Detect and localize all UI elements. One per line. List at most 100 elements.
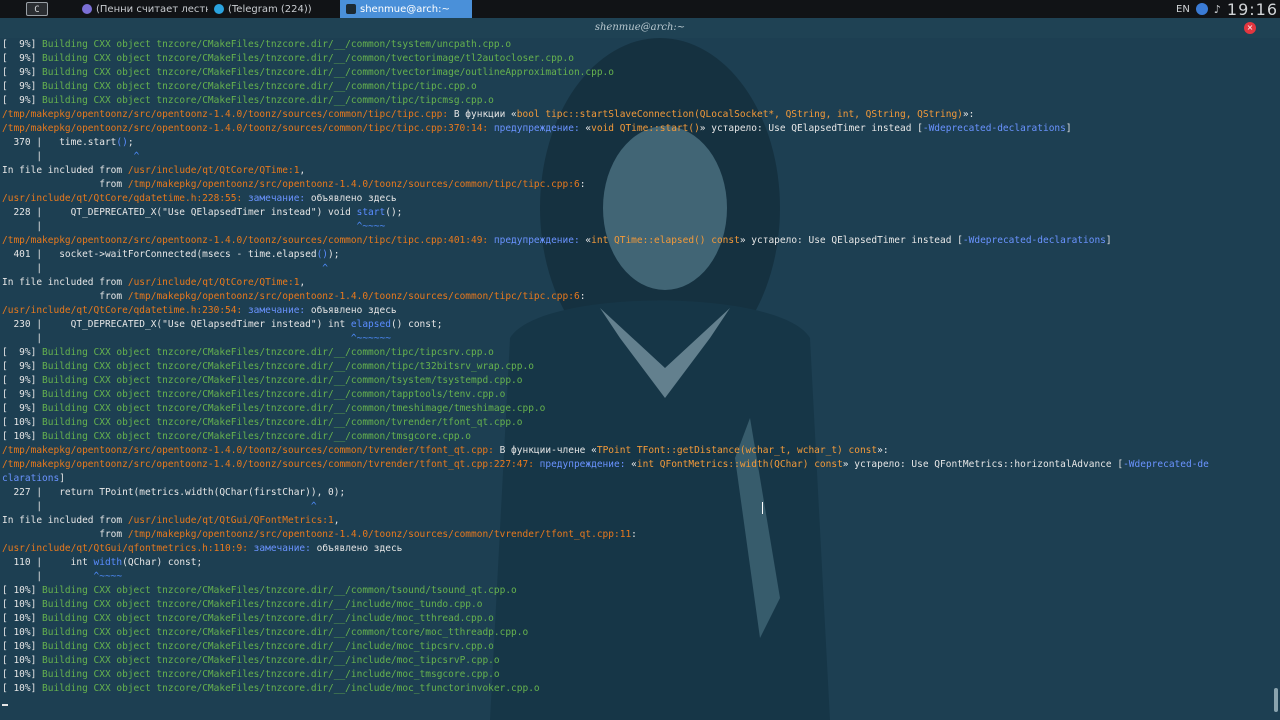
- terminal-text-segment: ]: [1065, 123, 1072, 134]
- terminal-text-segment: объявлено здесь: [310, 193, 397, 204]
- terminal-text-segment: (QChar) const;: [122, 557, 203, 568]
- terminal-text-segment: ;: [127, 137, 134, 148]
- terminal-text-segment: ^: [133, 151, 140, 162]
- terminal-text-segment: bool tipc::startSlaveConnection(QLocalSo…: [516, 109, 963, 120]
- terminal-text-segment: объявлено здесь: [310, 305, 397, 316]
- terminal-text-segment: Building CXX object tnzcore/CMakeFiles/t…: [42, 655, 500, 666]
- terminal-text-segment: /tmp/makepkg/opentoonz/src/opentoonz-1.4…: [2, 459, 534, 470]
- terminal-text-segment: |: [2, 263, 323, 274]
- terminal-line: /tmp/makepkg/opentoonz/src/opentoonz-1.4…: [2, 234, 1280, 248]
- terminal-text-segment: Building CXX object tnzcore/CMakeFiles/t…: [42, 417, 523, 428]
- terminal-text-segment: 370 | time.start: [2, 137, 117, 148]
- terminal-text-segment: (): [116, 137, 128, 148]
- terminal-text-segment: Building CXX object tnzcore/CMakeFiles/t…: [42, 599, 483, 610]
- taskbar-item-label: (Telegram (224)): [228, 3, 312, 15]
- terminal-text-segment: ^~~~~: [356, 221, 386, 232]
- terminal-line: [ 9%] Building CXX object tnzcore/CMakeF…: [2, 52, 1280, 66]
- terminal-text-segment: :: [579, 179, 586, 190]
- terminal-text-segment: width: [93, 557, 123, 568]
- terminal-text-segment: 110 | int: [2, 557, 94, 568]
- terminal-text-segment: ,: [299, 165, 306, 176]
- terminal-line: 401 | socket->waitForConnected(msecs - t…: [2, 248, 1280, 262]
- clock[interactable]: 19:16: [1227, 0, 1278, 19]
- terminal-text-segment: ]: [59, 473, 65, 484]
- terminal-text-segment: » устарело: Use QFontMetrics::horizontal…: [842, 459, 1124, 470]
- terminal-line: from /tmp/makepkg/opentoonz/src/opentoon…: [2, 528, 1280, 542]
- scrollbar[interactable]: [1274, 688, 1278, 712]
- terminal-text-segment: /usr/include/qt/QtCore/QTime:1: [127, 165, 300, 176]
- telegram-icon: [214, 4, 224, 14]
- terminal-text-segment: предупреждение:: [488, 123, 586, 134]
- terminal-line: | ^: [2, 262, 1280, 276]
- terminal-text-segment: :: [579, 291, 586, 302]
- terminal-text-segment: [ 10%]: [2, 683, 43, 694]
- terminal-text-segment: объявлено здесь: [316, 543, 403, 554]
- terminal-text-segment: Building CXX object tnzcore/CMakeFiles/t…: [42, 641, 494, 652]
- terminal-text-segment: Building CXX object tnzcore/CMakeFiles/t…: [42, 585, 517, 596]
- terminal-text-segment: /tmp/makepkg/opentoonz/src/opentoonz-1.4…: [127, 291, 580, 302]
- terminal-text-segment: );: [328, 249, 340, 260]
- terminal-text-segment: /tmp/makepkg/opentoonz/src/opentoonz-1.4…: [2, 123, 489, 134]
- taskbar-item-telegram[interactable]: (Telegram (224)): [208, 0, 340, 18]
- mouse-ibeam-cursor: [762, 502, 763, 514]
- terminal-text-segment: Building CXX object tnzcore/CMakeFiles/t…: [42, 67, 614, 78]
- terminal-text-segment: ,: [333, 515, 340, 526]
- keyboard-layout-indicator[interactable]: EN: [1176, 4, 1190, 15]
- terminal-text-segment: |: [2, 151, 134, 162]
- terminal-text-segment: [ 9%]: [2, 347, 43, 358]
- terminal-output: [ 9%] Building CXX object tnzcore/CMakeF…: [2, 38, 1280, 696]
- terminal-line: /usr/include/qt/QtCore/qdatetime.h:230:5…: [2, 304, 1280, 318]
- terminal-text-segment: Building CXX object tnzcore/CMakeFiles/t…: [42, 81, 477, 92]
- volume-icon[interactable]: ♪: [1214, 3, 1221, 16]
- terminal-launcher-icon[interactable]: C: [26, 2, 48, 16]
- taskbar-item-terminal[interactable]: shenmue@arch:~: [340, 0, 472, 18]
- terminal-text-segment: ^: [310, 501, 317, 512]
- terminal-text-segment: /tmp/makepkg/opentoonz/src/opentoonz-1.4…: [127, 179, 580, 190]
- terminal-text-segment: int QTime::elapsed() const: [591, 235, 740, 246]
- terminal-text-segment: В функции-члене «: [493, 445, 597, 456]
- terminal-line: [ 9%] Building CXX object tnzcore/CMakeF…: [2, 80, 1280, 94]
- window-titlebar[interactable]: shenmue@arch:~ ×: [0, 18, 1280, 38]
- terminal-text-segment: замечание:: [247, 543, 317, 554]
- terminal-text-segment: 227 | return TPoint(metrics.width(QChar(…: [2, 487, 346, 498]
- taskbar-item-label: (Пенни считает лестнич...: [96, 3, 208, 15]
- terminal-line: [ 10%] Building CXX object tnzcore/CMake…: [2, 612, 1280, 626]
- terminal-line: [ 10%] Building CXX object tnzcore/CMake…: [2, 654, 1280, 668]
- terminal-text-segment: » устарело: Use QElapsedTimer instead [: [739, 235, 963, 246]
- terminal-line: /tmp/makepkg/opentoonz/src/opentoonz-1.4…: [2, 122, 1280, 136]
- terminal-text-segment: [ 10%]: [2, 627, 43, 638]
- terminal-text-segment: Building CXX object tnzcore/CMakeFiles/t…: [42, 613, 494, 624]
- terminal-text-segment: Building CXX object tnzcore/CMakeFiles/t…: [42, 375, 523, 386]
- terminal-text-segment: »:: [962, 109, 975, 120]
- terminal-text-segment: предупреждение:: [488, 235, 586, 246]
- terminal-text-segment: :: [631, 529, 637, 540]
- terminal-text-segment: [ 9%]: [2, 81, 43, 92]
- terminal-line: [ 9%] Building CXX object tnzcore/CMakeF…: [2, 38, 1280, 52]
- terminal-line: In file included from /usr/include/qt/Qt…: [2, 276, 1280, 290]
- terminal-text-segment: 230 | QT_DEPRECATED_X("Use QElapsedTimer…: [2, 319, 351, 330]
- system-tray: EN ♪ 19:16: [1176, 0, 1280, 19]
- terminal-view[interactable]: [ 9%] Building CXX object tnzcore/CMakeF…: [0, 38, 1280, 720]
- terminal-text-segment: [ 9%]: [2, 39, 43, 50]
- terminal-line: [ 10%] Building CXX object tnzcore/CMake…: [2, 430, 1280, 444]
- terminal-text-segment: |: [2, 571, 94, 582]
- terminal-text-segment: замечание:: [242, 193, 311, 204]
- terminal-text-segment: /tmp/makepkg/opentoonz/src/opentoonz-1.4…: [2, 445, 494, 456]
- terminal-line: /usr/include/qt/QtGui/qfontmetrics.h:110…: [2, 542, 1280, 556]
- terminal-line: /usr/include/qt/QtCore/qdatetime.h:228:5…: [2, 192, 1280, 206]
- taskbar-item-browser[interactable]: (Пенни считает лестнич...: [76, 0, 208, 18]
- terminal-text-segment: [ 10%]: [2, 669, 43, 680]
- close-icon[interactable]: ×: [1244, 22, 1256, 34]
- terminal-text-segment: [ 10%]: [2, 585, 43, 596]
- terminal-text-segment: |: [2, 333, 351, 344]
- network-icon[interactable]: [1195, 3, 1208, 15]
- terminal-text-segment: In file included from: [2, 277, 128, 288]
- terminal-text-segment: предупреждение:: [533, 459, 632, 470]
- terminal-line: [ 10%] Building CXX object tnzcore/CMake…: [2, 416, 1280, 430]
- terminal-text-segment: [ 10%]: [2, 599, 43, 610]
- terminal-line: 370 | time.start();: [2, 136, 1280, 150]
- terminal-line: 230 | QT_DEPRECATED_X("Use QElapsedTimer…: [2, 318, 1280, 332]
- terminal-line: In file included from /usr/include/qt/Qt…: [2, 164, 1280, 178]
- terminal-text-segment: замечание:: [242, 305, 311, 316]
- terminal-line: [ 10%] Building CXX object tnzcore/CMake…: [2, 598, 1280, 612]
